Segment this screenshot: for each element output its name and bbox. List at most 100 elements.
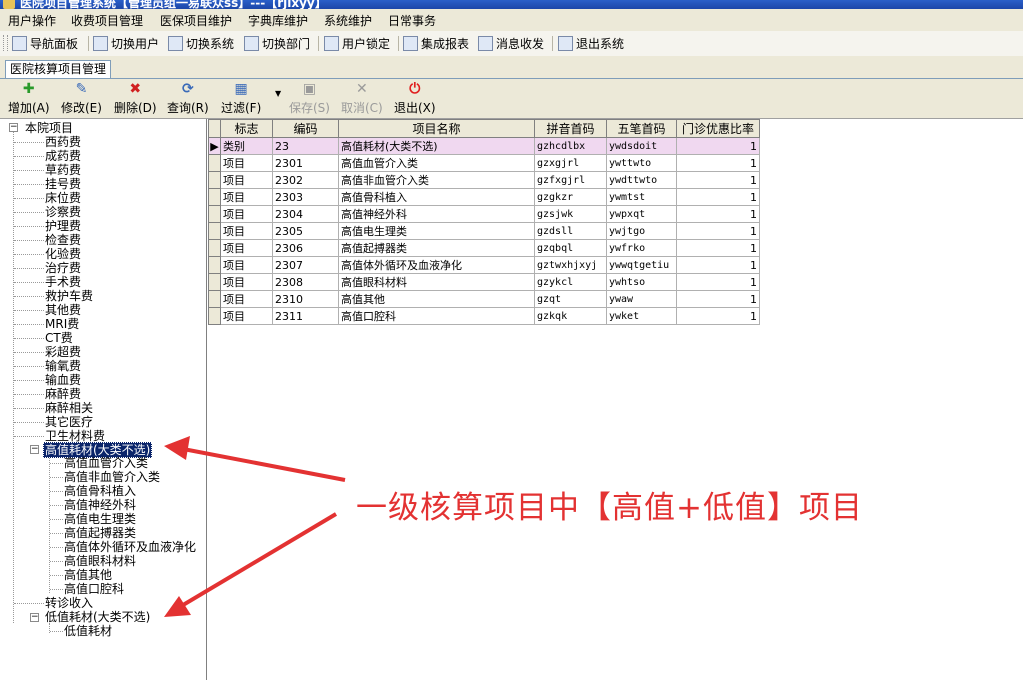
- table-row[interactable]: 项目 2311 高值口腔科 gzkqk ywket 1: [208, 307, 760, 325]
- tree-node[interactable]: 输血费: [45, 373, 81, 387]
- tree-node[interactable]: 成药费: [45, 149, 81, 163]
- table-cell[interactable]: 2304: [272, 205, 339, 223]
- tree-node-child[interactable]: 高值血管介入类: [64, 456, 148, 470]
- table-cell[interactable]: gzqbql: [534, 239, 607, 257]
- table-cell[interactable]: ywmtst: [606, 188, 677, 206]
- table-row[interactable]: 项目 2306 高值起搏器类 gzqbql ywfrko 1: [208, 239, 760, 257]
- tree-node[interactable]: 麻醉费: [45, 387, 81, 401]
- navigation-panel-button[interactable]: 导航面板: [12, 34, 78, 53]
- table-cell[interactable]: 1: [676, 290, 760, 308]
- column-header[interactable]: 标志: [220, 119, 273, 138]
- edit-button[interactable]: ✎ 修改(E): [61, 81, 102, 116]
- query-button[interactable]: ⟳ 查询(R): [167, 81, 209, 116]
- toolbar-grip[interactable]: [3, 35, 8, 51]
- tree-node-referral[interactable]: 转诊收入: [45, 596, 93, 610]
- exit-system-button[interactable]: 退出系统: [558, 34, 624, 53]
- table-cell[interactable]: 项目: [220, 154, 273, 172]
- table-cell[interactable]: 高值骨科植入: [338, 188, 535, 206]
- tree-node-child[interactable]: 高值体外循环及血液净化: [64, 540, 196, 554]
- tree-node[interactable]: 救护车费: [45, 289, 93, 303]
- tree-node[interactable]: 其他费: [45, 303, 81, 317]
- tree-node-child[interactable]: 高值眼科材料: [64, 554, 136, 568]
- table-cell[interactable]: gzqt: [534, 290, 607, 308]
- table-cell[interactable]: gzkqk: [534, 307, 607, 325]
- table-row[interactable]: 项目 2305 高值电生理类 gzdsll ywjtgo 1: [208, 222, 760, 240]
- menu-system[interactable]: 系统维护: [322, 12, 374, 29]
- tree-node[interactable]: 彩超费: [45, 345, 81, 359]
- table-cell[interactable]: 2306: [272, 239, 339, 257]
- table-cell[interactable]: ywaw: [606, 290, 677, 308]
- tree-node-child[interactable]: 高值非血管介入类: [64, 470, 160, 484]
- filter-dropdown-arrow[interactable]: ▼: [275, 89, 281, 98]
- table-cell[interactable]: 1: [676, 256, 760, 274]
- tree-node-child[interactable]: 高值骨科植入: [64, 484, 136, 498]
- menu-fee-items[interactable]: 收费项目管理: [69, 12, 145, 29]
- table-cell[interactable]: 2305: [272, 222, 339, 240]
- expand-toggle[interactable]: −: [30, 613, 39, 622]
- table-cell[interactable]: gztwxhjxyj: [534, 256, 607, 274]
- data-grid-panel[interactable]: 标志 编码 项目名称 拼音首码 五笔首码 门诊优惠比率 ▶ 类别 23 高值耗材…: [208, 119, 1023, 680]
- tree-node-child[interactable]: 低值耗材: [64, 624, 112, 638]
- table-cell[interactable]: 23: [272, 137, 339, 155]
- table-cell[interactable]: 2307: [272, 256, 339, 274]
- table-cell[interactable]: 2308: [272, 273, 339, 291]
- table-cell[interactable]: 2303: [272, 188, 339, 206]
- column-header[interactable]: 拼音首码: [534, 119, 607, 138]
- column-header[interactable]: 项目名称: [338, 119, 535, 138]
- table-cell[interactable]: gzxgjrl: [534, 154, 607, 172]
- table-cell[interactable]: 高值起搏器类: [338, 239, 535, 257]
- tree-node-child[interactable]: 高值起搏器类: [64, 526, 136, 540]
- table-row[interactable]: 项目 2308 高值眼科材料 gzykcl ywhtso 1: [208, 273, 760, 291]
- table-cell[interactable]: 1: [676, 205, 760, 223]
- tree-node[interactable]: 西药费: [45, 135, 81, 149]
- table-cell[interactable]: gzhcdlbx: [534, 137, 607, 155]
- table-cell[interactable]: 项目: [220, 290, 273, 308]
- cancel-button[interactable]: ✕ 取消(C): [341, 81, 383, 116]
- table-cell[interactable]: 项目: [220, 273, 273, 291]
- table-cell[interactable]: 类别: [220, 137, 273, 155]
- add-button[interactable]: ✚ 增加(A): [8, 81, 50, 116]
- table-row[interactable]: 项目 2304 高值神经外科 gzsjwk ywpxqt 1: [208, 205, 760, 223]
- table-row[interactable]: 项目 2301 高值血管介入类 gzxgjrl ywttwto 1: [208, 154, 760, 172]
- tree-node[interactable]: 草药费: [45, 163, 81, 177]
- tree-node-child[interactable]: 高值其他: [64, 568, 112, 582]
- switch-user-button[interactable]: 切换用户: [93, 34, 159, 53]
- table-cell[interactable]: 1: [676, 154, 760, 172]
- exit-button[interactable]: ⏻ 退出(X): [394, 81, 436, 116]
- table-cell[interactable]: 高值体外循环及血液净化: [338, 256, 535, 274]
- table-cell[interactable]: 1: [676, 188, 760, 206]
- tree-node[interactable]: 化验费: [45, 247, 81, 261]
- table-row[interactable]: ▶ 类别 23 高值耗材(大类不选) gzhcdlbx ywdsdoit 1: [208, 137, 760, 155]
- table-cell[interactable]: 项目: [220, 205, 273, 223]
- expand-toggle[interactable]: −: [30, 445, 39, 454]
- table-cell[interactable]: 项目: [220, 171, 273, 189]
- table-cell[interactable]: 1: [676, 307, 760, 325]
- table-cell[interactable]: 高值血管介入类: [338, 154, 535, 172]
- expand-toggle[interactable]: −: [9, 123, 18, 132]
- table-cell[interactable]: 高值眼科材料: [338, 273, 535, 291]
- table-row[interactable]: 项目 2302 高值非血管介入类 gzfxgjrl ywdttwto 1: [208, 171, 760, 189]
- table-cell[interactable]: 高值其他: [338, 290, 535, 308]
- table-cell[interactable]: ywjtgo: [606, 222, 677, 240]
- tree-node-low-value[interactable]: 低值耗材(大类不选): [45, 610, 150, 624]
- tree-node[interactable]: 输氧费: [45, 359, 81, 373]
- menu-daily-affairs[interactable]: 日常事务: [386, 12, 438, 29]
- table-cell[interactable]: gzykcl: [534, 273, 607, 291]
- table-cell[interactable]: 2311: [272, 307, 339, 325]
- table-cell[interactable]: ywpxqt: [606, 205, 677, 223]
- tree-node[interactable]: 卫生材料费: [45, 429, 105, 443]
- tree-node[interactable]: 检查费: [45, 233, 81, 247]
- table-cell[interactable]: ywhtso: [606, 273, 677, 291]
- table-cell[interactable]: 2310: [272, 290, 339, 308]
- tree-node-child[interactable]: 高值电生理类: [64, 512, 136, 526]
- table-cell[interactable]: 项目: [220, 239, 273, 257]
- table-cell[interactable]: 高值非血管介入类: [338, 171, 535, 189]
- tab-accounting-items[interactable]: 医院核算项目管理: [5, 60, 111, 78]
- table-row[interactable]: 项目 2307 高值体外循环及血液净化 gztwxhjxyj ywwqtgeti…: [208, 256, 760, 274]
- table-cell[interactable]: gzsjwk: [534, 205, 607, 223]
- table-cell[interactable]: 1: [676, 273, 760, 291]
- menu-insurance-items[interactable]: 医保项目维护: [158, 12, 234, 29]
- table-cell[interactable]: ywfrko: [606, 239, 677, 257]
- menu-user-ops[interactable]: 用户操作: [6, 12, 58, 29]
- column-header[interactable]: 门诊优惠比率: [676, 119, 760, 138]
